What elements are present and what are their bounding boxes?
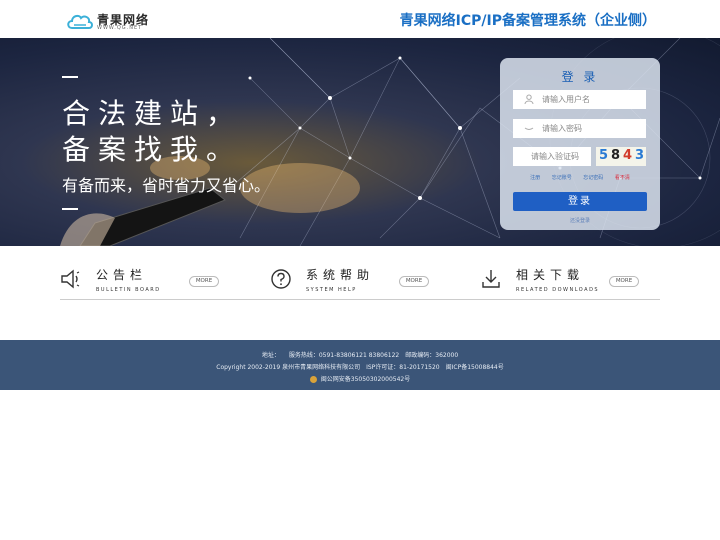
- captcha-input[interactable]: 请输入验证码: [513, 147, 591, 166]
- slogan-dash-bottom: [62, 208, 78, 210]
- not-logged-in-link[interactable]: 还没登录: [500, 217, 660, 224]
- section-bulletin: 公告栏 BULLETIN BOARD MORE: [60, 264, 240, 298]
- section-subtitle: RELATED DOWNLOADS: [516, 287, 600, 293]
- speaker-icon: [61, 269, 80, 289]
- section-title: 公告栏: [96, 268, 148, 282]
- header: 青果网络 WWW.QG.NET 青果网络ICP/IP备案管理系统（企业侧）: [0, 0, 720, 38]
- slogan-dash-top: [62, 76, 78, 78]
- lock-icon: [524, 127, 534, 130]
- more-button[interactable]: MORE: [609, 276, 639, 287]
- footer: 地址： 服务热线：0591-83806121 83806122 邮政编码：362…: [0, 340, 720, 390]
- section-downloads: 相关下载 RELATED DOWNLOADS MORE: [480, 264, 660, 298]
- captcha-char: 4: [623, 148, 633, 163]
- username-placeholder: 请输入用户名: [542, 95, 590, 104]
- forgot-password-link[interactable]: 忘记密码: [583, 175, 603, 181]
- system-title: 青果网络ICP/IP备案管理系统（企业侧）: [399, 13, 656, 29]
- police-record-text[interactable]: 闽公网安备35050302000542号: [321, 376, 410, 383]
- info-sections: 公告栏 BULLETIN BOARD MORE 系统帮助 SYSTEM HELP…: [60, 264, 660, 300]
- footer-copyright: Copyright 2002-2019 泉州市青果网络科技有限公司 ISP许可证…: [216, 364, 504, 371]
- more-button[interactable]: MORE: [399, 276, 429, 287]
- police-badge-icon: [309, 376, 317, 383]
- logo-url: WWW.QG.NET: [97, 25, 143, 31]
- username-input[interactable]: 请输入用户名: [513, 90, 646, 109]
- section-subtitle: BULLETIN BOARD: [96, 287, 161, 293]
- slogan-line3: 有备而来，省时省力又省心。: [62, 176, 271, 195]
- slogan-line1: 合法建站，: [62, 97, 243, 130]
- captcha-placeholder: 请输入验证码: [531, 152, 579, 161]
- logo[interactable]: 青果网络 WWW.QG.NET: [66, 10, 156, 32]
- login-panel: 登 录 请输入用户名 请输入密码 请输入验证码 5 8 4 3 注册 忘记账号: [500, 58, 660, 230]
- captcha-image[interactable]: 5 8 4 3: [596, 147, 646, 166]
- refresh-captcha-link[interactable]: 看不清: [615, 175, 630, 181]
- captcha-char: 8: [611, 148, 621, 163]
- register-link[interactable]: 注册: [530, 175, 540, 181]
- more-button[interactable]: MORE: [189, 276, 219, 287]
- download-icon: [482, 270, 500, 288]
- section-title: 系统帮助: [306, 268, 375, 282]
- section-title: 相关下载: [516, 268, 585, 282]
- password-input[interactable]: 请输入密码: [513, 119, 646, 138]
- section-subtitle: SYSTEM HELP: [306, 287, 357, 293]
- question-icon: [271, 269, 291, 289]
- user-icon: [524, 94, 534, 104]
- captcha-char: 3: [635, 148, 645, 163]
- page: 青果网络 WWW.QG.NET 青果网络ICP/IP备案管理系统（企业侧） 合法…: [0, 0, 720, 540]
- footer-contact: 地址： 服务热线：0591-83806121 83806122 邮政编码：362…: [261, 352, 459, 359]
- footer-police-record: 闽公网安备35050302000542号: [0, 374, 720, 383]
- login-links: 注册 忘记账号 忘记密码 看不清: [500, 174, 660, 181]
- login-button[interactable]: 登录: [513, 192, 647, 211]
- login-title: 登 录: [561, 70, 599, 84]
- captcha-char: 5: [599, 148, 609, 163]
- cloud-logo-icon: [67, 14, 93, 29]
- section-help: 系统帮助 SYSTEM HELP MORE: [270, 264, 450, 298]
- forgot-account-link[interactable]: 忘记账号: [552, 175, 572, 181]
- slogan-line2: 备案找我。: [62, 133, 243, 166]
- password-placeholder: 请输入密码: [542, 124, 582, 133]
